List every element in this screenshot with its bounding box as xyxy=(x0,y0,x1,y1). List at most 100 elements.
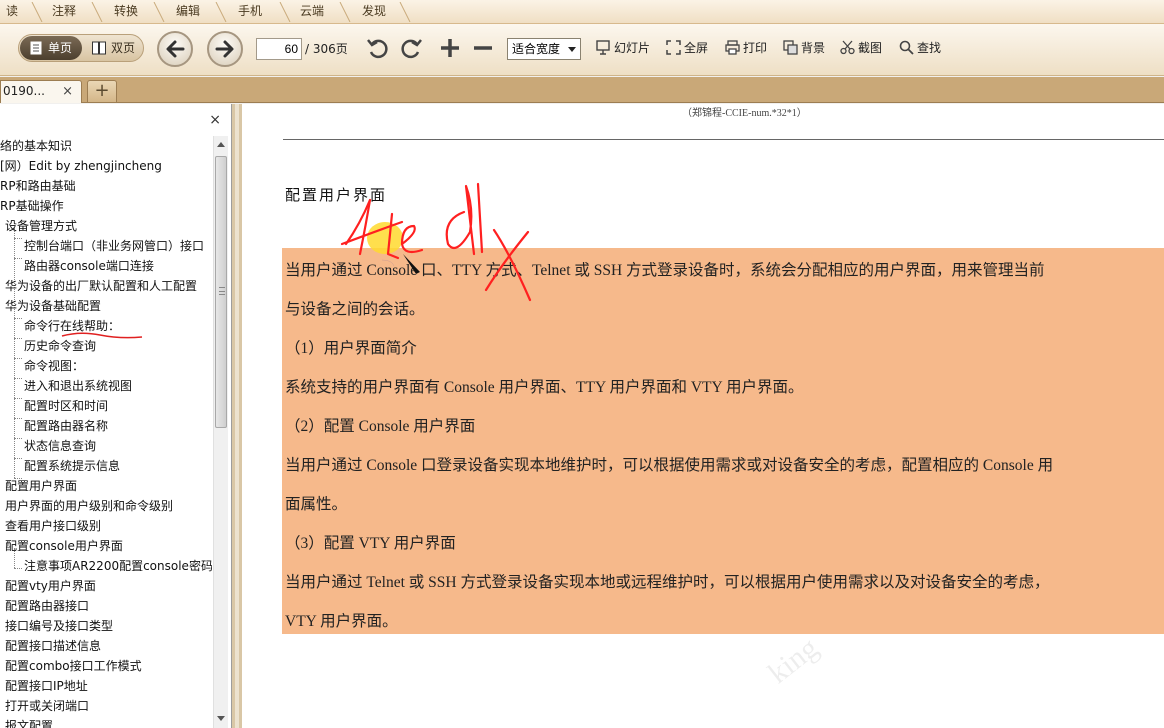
document-tab-title: 0190... xyxy=(3,84,45,98)
header-rule xyxy=(283,139,1164,140)
previous-page-button[interactable] xyxy=(157,31,193,67)
menu-annotate[interactable]: 注释 xyxy=(46,0,82,24)
menu-separator xyxy=(338,1,352,23)
printer-icon xyxy=(725,40,740,55)
close-tab-icon[interactable]: × xyxy=(62,81,73,102)
bookmark-item[interactable]: RP基础操作 xyxy=(0,196,64,216)
rotate-left-button[interactable] xyxy=(366,36,390,60)
sidebar-header: × xyxy=(0,104,231,136)
scrollbar-thumb[interactable] xyxy=(215,156,227,428)
bookmark-item[interactable]: 注意事项AR2200配置console密码 xyxy=(24,556,212,576)
zoom-out-button[interactable] xyxy=(471,36,495,60)
paragraph-line: 与设备之间的会话。 xyxy=(285,301,425,318)
paragraph-line: VTY 用户界面。 xyxy=(285,613,398,630)
next-page-button[interactable] xyxy=(207,31,243,67)
scroll-up-icon[interactable] xyxy=(217,142,225,147)
bookmark-item[interactable]: 查看用户接口级别 xyxy=(5,516,101,536)
bookmark-item[interactable]: 华为设备的出厂默认配置和人工配置 xyxy=(5,276,197,296)
menu-convert[interactable]: 转换 xyxy=(108,0,144,24)
bookmark-item[interactable]: 用户界面的用户级别和命令级别 xyxy=(5,496,173,516)
bookmark-item[interactable]: 打开或关闭端口 xyxy=(5,696,89,716)
bookmark-item[interactable]: 配置接口描述信息 xyxy=(5,636,101,656)
paragraph-line: 当用户通过 Telnet 或 SSH 方式登录设备实现本地或远程维护时，可以根据… xyxy=(285,574,1050,591)
slideshow-button[interactable]: 幻灯片 xyxy=(596,40,650,58)
bookmark-item[interactable]: 报文配置 xyxy=(5,716,53,728)
tree-connector xyxy=(14,318,22,319)
screenshot-label: 截图 xyxy=(858,41,883,55)
bookmark-item[interactable]: 配置vty用户界面 xyxy=(5,576,96,596)
watermark-text: king xyxy=(762,631,825,691)
menu-cloud[interactable]: 云端 xyxy=(294,0,330,24)
bookmark-item[interactable]: 华为设备基础配置 xyxy=(5,296,101,316)
search-icon xyxy=(899,40,914,55)
print-button[interactable]: 打印 xyxy=(725,40,767,58)
single-page-icon xyxy=(30,41,42,55)
screenshot-button[interactable]: 截图 xyxy=(840,40,882,58)
tree-connector xyxy=(14,358,22,359)
bookmark-item[interactable]: 控制台端口（非业务网管口）接口（ xyxy=(24,236,212,256)
bookmark-item[interactable]: 配置路由器接口 xyxy=(5,596,89,616)
bookmark-item[interactable]: 状态信息查询 xyxy=(24,436,96,456)
tree-connector xyxy=(14,228,15,478)
bookmark-item[interactable]: 进入和退出系统视图 xyxy=(24,376,132,396)
minus-icon xyxy=(474,46,492,50)
find-label: 查找 xyxy=(917,41,942,55)
menu-separator xyxy=(278,1,292,23)
tree-connector xyxy=(14,258,22,259)
background-label: 背景 xyxy=(801,41,826,55)
find-button[interactable]: 查找 xyxy=(899,40,941,58)
menu-phone[interactable]: 手机 xyxy=(232,0,268,24)
arrow-right-icon xyxy=(215,40,234,58)
bookmark-item[interactable]: 配置用户界面 xyxy=(5,476,77,496)
document-tab[interactable]: 0190... × xyxy=(0,80,82,103)
fullscreen-icon xyxy=(666,40,681,55)
fullscreen-button[interactable]: 全屏 xyxy=(666,40,708,58)
single-page-button[interactable]: 单页 xyxy=(20,36,82,60)
bookmark-item[interactable]: 配置时区和时间 xyxy=(24,396,108,416)
single-page-label: 单页 xyxy=(48,41,73,55)
bookmark-item[interactable]: [网）Edit by zhengjincheng xyxy=(0,156,162,176)
rotate-right-button[interactable] xyxy=(399,36,423,60)
new-tab-button[interactable]: + xyxy=(87,80,117,102)
tree-connector xyxy=(14,568,22,569)
zoom-select-value: 适合宽度 xyxy=(512,42,561,56)
scissors-icon xyxy=(840,40,855,55)
bookmark-item[interactable]: RP和路由基础 xyxy=(0,176,76,196)
menu-discover[interactable]: 发现 xyxy=(356,0,392,24)
page-header-note: （郑锦程-CCIE-num.*32*1） xyxy=(682,108,807,119)
close-sidebar-icon[interactable]: × xyxy=(209,112,221,128)
bookmark-item[interactable]: 配置console用户界面 xyxy=(5,536,123,556)
section-heading: 配置用户界面 xyxy=(285,186,388,204)
paragraph-line: 当用户通过 Console 口登录设备实现本地维护时，可以根据使用需求或对设备安… xyxy=(285,457,1054,474)
tree-connector xyxy=(14,338,22,339)
bookmark-item[interactable]: 配置接口IP地址 xyxy=(5,676,88,696)
grip-icon xyxy=(219,287,225,295)
bookmarks-sidebar: × 络的基本知识 [网）Edit by zhengjincheng RP和路由基… xyxy=(0,104,232,728)
document-view: （郑锦程-CCIE-num.*32*1） 配置用户界面 当用户通过 Consol… xyxy=(242,104,1164,728)
bookmark-item[interactable]: 接口编号及接口类型 xyxy=(5,616,113,636)
bookmark-item[interactable]: 络的基本知识 xyxy=(0,136,72,156)
double-page-button[interactable]: 双页 xyxy=(83,36,143,60)
tree-connector xyxy=(14,378,22,379)
bookmark-item[interactable]: 配置系统提示信息 xyxy=(24,456,120,476)
sidebar-splitter[interactable] xyxy=(232,104,242,728)
bookmark-item[interactable]: 配置路由器名称 xyxy=(24,416,108,436)
bookmark-item[interactable]: 路由器console端口连接 xyxy=(24,256,154,276)
menu-read[interactable]: 读 xyxy=(0,0,24,24)
page-view-toggle: 单页 双页 xyxy=(18,34,144,62)
bookmark-item[interactable]: 配置combo接口工作模式 xyxy=(5,656,142,676)
bookmark-item[interactable]: 设备管理方式 xyxy=(5,216,77,236)
page-number-input[interactable]: 60 xyxy=(256,38,302,60)
scroll-down-icon[interactable] xyxy=(217,716,225,721)
rotate-left-icon xyxy=(367,39,388,59)
menu-edit[interactable]: 编辑 xyxy=(170,0,206,24)
double-page-icon xyxy=(92,41,106,55)
zoom-in-button[interactable] xyxy=(438,36,462,60)
background-button[interactable]: 背景 xyxy=(783,40,825,58)
tree-connector xyxy=(14,458,22,459)
rotate-right-icon xyxy=(401,39,422,59)
sidebar-scrollbar[interactable] xyxy=(213,136,228,728)
tree-connector xyxy=(14,418,22,419)
zoom-select[interactable]: 适合宽度 xyxy=(507,38,581,60)
bookmark-item[interactable]: 命令视图： xyxy=(24,356,84,376)
